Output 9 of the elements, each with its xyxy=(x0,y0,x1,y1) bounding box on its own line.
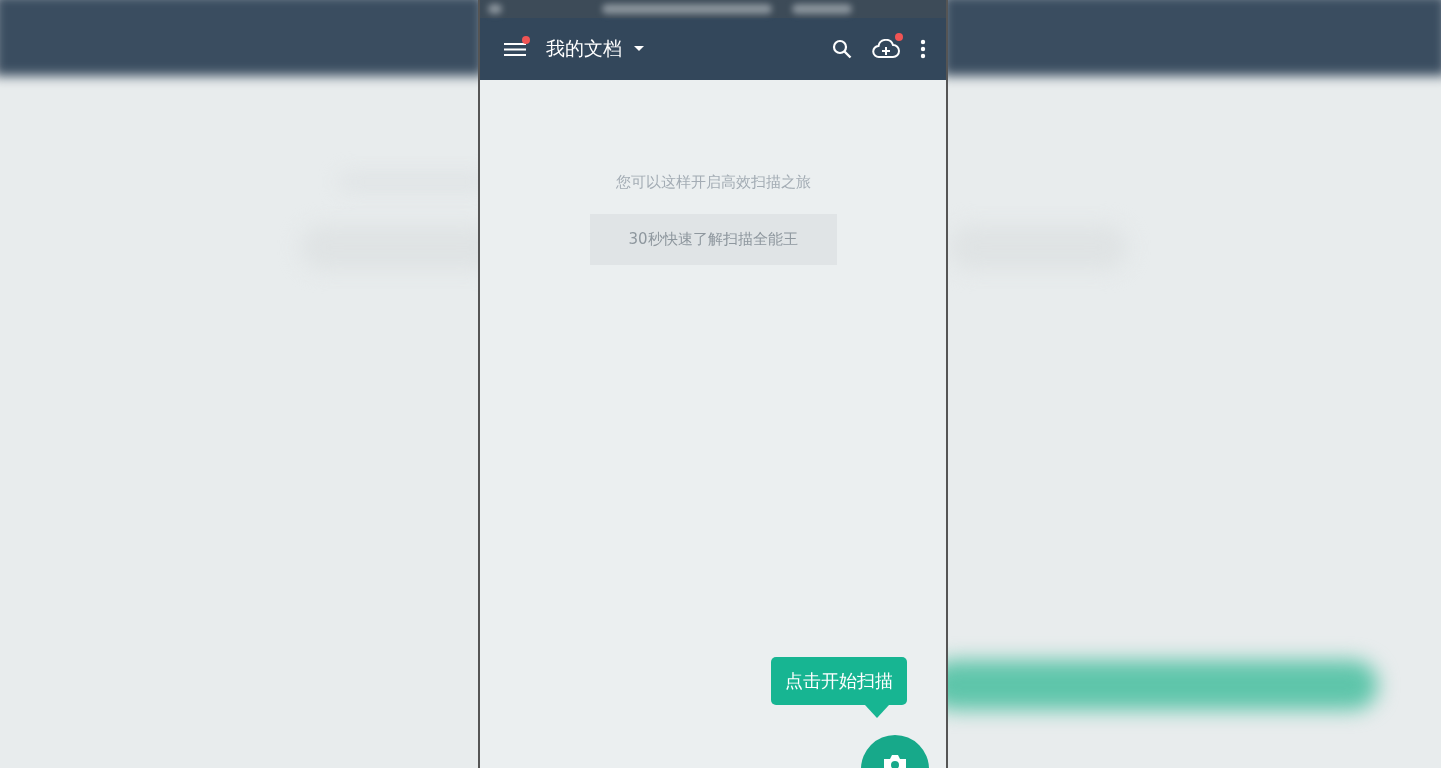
folder-dropdown[interactable]: 我的文档 xyxy=(546,36,644,62)
camera-icon xyxy=(881,753,909,768)
search-icon xyxy=(832,39,852,59)
caret-icon xyxy=(634,46,644,52)
cloud-plus-icon xyxy=(872,39,900,59)
tooltip-pointer xyxy=(865,705,889,718)
menu-icon xyxy=(504,40,526,58)
empty-state-message: 您可以这样开启高效扫描之旅 xyxy=(615,173,811,192)
more-icon xyxy=(920,39,926,59)
